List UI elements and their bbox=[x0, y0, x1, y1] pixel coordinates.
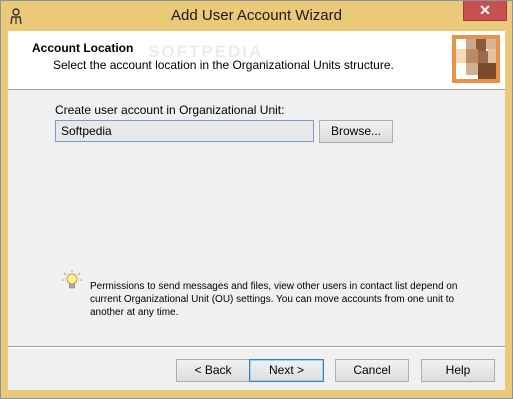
footer-divider bbox=[8, 346, 505, 348]
page-title: Account Location bbox=[32, 41, 134, 55]
wizard-window: Add User Account Wizard ✕ SOFTPEDIA Acco… bbox=[0, 0, 513, 399]
close-button[interactable]: ✕ bbox=[463, 1, 507, 21]
org-unit-blocks-icon bbox=[452, 35, 500, 83]
lightbulb-icon bbox=[62, 270, 82, 289]
ou-field-label: Create user account in Organizational Un… bbox=[55, 103, 285, 117]
wizard-body: SOFTPEDIA Account Location Select the ac… bbox=[8, 31, 505, 390]
browse-button[interactable]: Browse... bbox=[319, 120, 393, 143]
page-subtitle: Select the account location in the Organ… bbox=[53, 58, 394, 72]
help-button[interactable]: Help bbox=[421, 359, 495, 382]
back-button[interactable]: < Back bbox=[176, 359, 250, 382]
close-icon: ✕ bbox=[479, 2, 491, 18]
next-button[interactable]: Next > bbox=[249, 359, 324, 382]
window-title: Add User Account Wizard bbox=[171, 7, 342, 24]
cancel-button[interactable]: Cancel bbox=[335, 359, 409, 382]
title-bar[interactable]: Add User Account Wizard ✕ bbox=[1, 1, 512, 31]
ou-input[interactable] bbox=[55, 120, 314, 142]
wizard-header: SOFTPEDIA Account Location Select the ac… bbox=[8, 31, 505, 90]
tip-text: Permissions to send messages and files, … bbox=[90, 281, 458, 318]
